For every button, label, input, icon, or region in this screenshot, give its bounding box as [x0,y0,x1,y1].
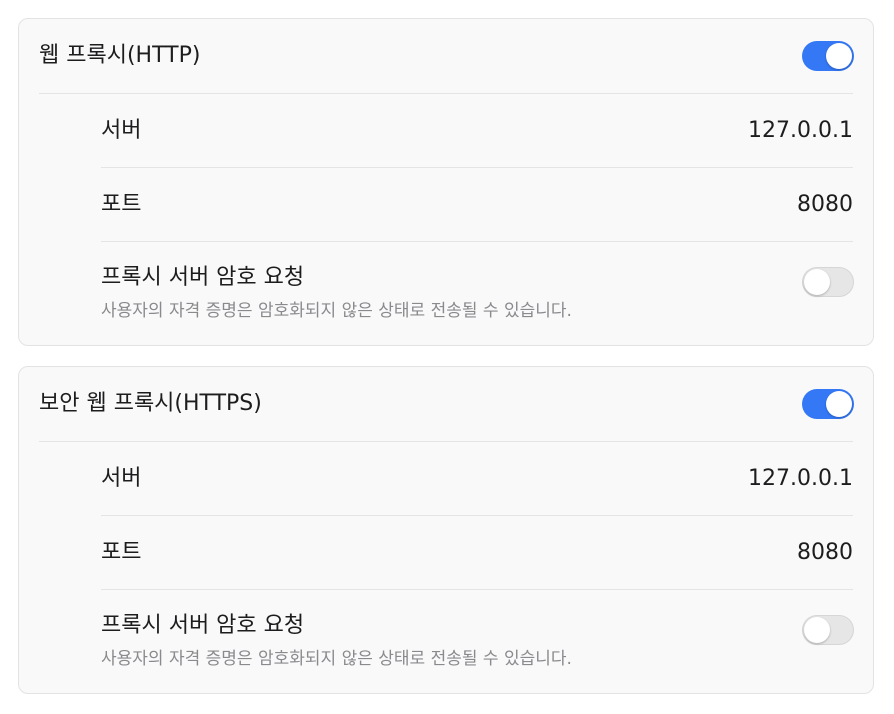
http-server-label: 서버 [101,118,142,143]
http-auth-label: 프록시 서버 암호 요청 [101,265,305,290]
toggle-knob [804,617,830,643]
https-proxy-header: 보안 웹 프록시(HTTPS) [19,367,873,441]
http-port-value[interactable]: 8080 [797,190,853,220]
divider [101,241,853,242]
https-auth-label: 프록시 서버 암호 요청 [101,613,305,638]
divider [39,93,853,94]
https-port-value[interactable]: 8080 [797,538,853,568]
toggle-knob [804,269,830,295]
divider [101,589,853,590]
toggle-knob [826,43,852,69]
http-proxy-card: 웹 프록시(HTTP) 서버 127.0.0.1 포트 8080 프록시 서버 … [18,18,874,346]
divider [101,515,853,516]
https-proxy-toggle[interactable] [802,389,854,419]
http-proxy-toggle[interactable] [802,41,854,71]
divider [101,167,853,168]
http-server-value[interactable]: 127.0.0.1 [748,116,853,146]
divider [39,441,853,442]
http-auth-description: 사용자의 자격 증명은 암호화되지 않은 상태로 전송될 수 있습니다. [101,301,572,321]
https-auth-toggle[interactable] [802,615,854,645]
toggle-knob [826,391,852,417]
https-auth-description: 사용자의 자격 증명은 암호화되지 않은 상태로 전송될 수 있습니다. [101,649,572,669]
https-server-value[interactable]: 127.0.0.1 [748,464,853,494]
http-port-label: 포트 [101,192,142,217]
http-proxy-title: 웹 프록시(HTTP) [39,43,201,68]
http-proxy-header: 웹 프록시(HTTP) [19,19,873,93]
https-proxy-title: 보안 웹 프록시(HTTPS) [39,391,262,416]
https-server-label: 서버 [101,466,142,491]
http-auth-toggle[interactable] [802,267,854,297]
https-port-label: 포트 [101,540,142,565]
https-proxy-card: 보안 웹 프록시(HTTPS) 서버 127.0.0.1 포트 8080 프록시… [18,366,874,694]
